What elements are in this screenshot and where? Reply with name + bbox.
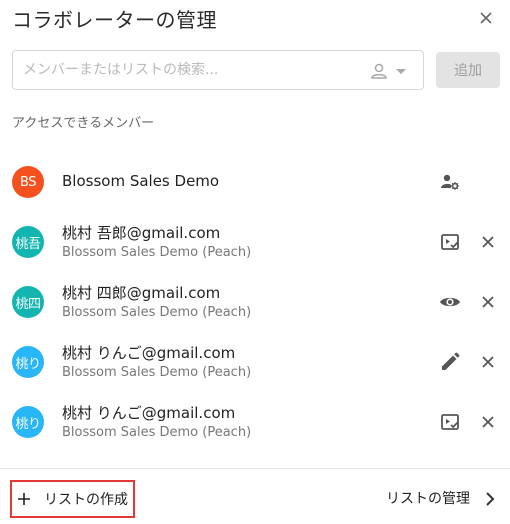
search-input[interactable] bbox=[23, 59, 363, 81]
section-heading: アクセスできるメンバー bbox=[12, 116, 155, 131]
member-search-field[interactable] bbox=[12, 50, 424, 90]
member-subtitle: Blossom Sales Demo (Peach) bbox=[62, 305, 252, 320]
person-icon[interactable] bbox=[369, 61, 389, 81]
footer-divider bbox=[0, 468, 510, 469]
member-row: 桃四 桃村 四郎@gmail.com Blossom Sales Demo (P… bbox=[0, 272, 510, 332]
member-subtitle: Blossom Sales Demo (Peach) bbox=[62, 365, 252, 380]
avatar: 桃吾 bbox=[12, 226, 44, 258]
member-row: 桃り 桃村 りんご@gmail.com Blossom Sales Demo (… bbox=[0, 392, 510, 452]
avatar: 桃り bbox=[12, 346, 44, 378]
remove-member-icon[interactable] bbox=[478, 232, 498, 252]
create-list-button[interactable]: リストの作成 bbox=[10, 480, 135, 518]
member-name: Blossom Sales Demo bbox=[62, 172, 220, 190]
member-name: 桃村 吾郎@gmail.com bbox=[62, 224, 221, 242]
member-row: BS Blossom Sales Demo bbox=[0, 152, 510, 212]
create-list-label: リストの作成 bbox=[44, 492, 128, 508]
chevron-right-icon[interactable] bbox=[482, 490, 498, 508]
member-name: 桃村 りんご@gmail.com bbox=[62, 344, 236, 362]
manage-accounts-icon[interactable] bbox=[438, 170, 462, 194]
add-button[interactable]: 追加 bbox=[436, 52, 500, 88]
chevron-down-icon[interactable] bbox=[393, 61, 409, 81]
avatar: 桃四 bbox=[12, 286, 44, 318]
member-row: 桃吾 桃村 吾郎@gmail.com Blossom Sales Demo (P… bbox=[0, 212, 510, 272]
member-subtitle: Blossom Sales Demo (Peach) bbox=[62, 245, 252, 260]
member-name: 桃村 りんご@gmail.com bbox=[62, 404, 236, 422]
slideshow-check-icon[interactable] bbox=[438, 410, 462, 434]
manage-lists-link[interactable]: リストの管理 bbox=[386, 488, 470, 508]
eye-icon[interactable] bbox=[438, 290, 462, 314]
avatar: BS bbox=[12, 166, 44, 198]
slideshow-check-icon[interactable] bbox=[438, 230, 462, 254]
close-icon[interactable] bbox=[476, 8, 496, 28]
avatar: 桃り bbox=[12, 406, 44, 438]
member-subtitle: Blossom Sales Demo (Peach) bbox=[62, 425, 252, 440]
plus-icon bbox=[18, 493, 30, 505]
dialog-title: コラボレーターの管理 bbox=[12, 8, 217, 32]
member-name: 桃村 四郎@gmail.com bbox=[62, 284, 221, 302]
remove-member-icon[interactable] bbox=[478, 292, 498, 312]
pencil-icon[interactable] bbox=[438, 350, 462, 374]
remove-member-icon[interactable] bbox=[478, 352, 498, 372]
member-row: 桃り 桃村 りんご@gmail.com Blossom Sales Demo (… bbox=[0, 332, 510, 392]
remove-member-icon[interactable] bbox=[478, 412, 498, 432]
